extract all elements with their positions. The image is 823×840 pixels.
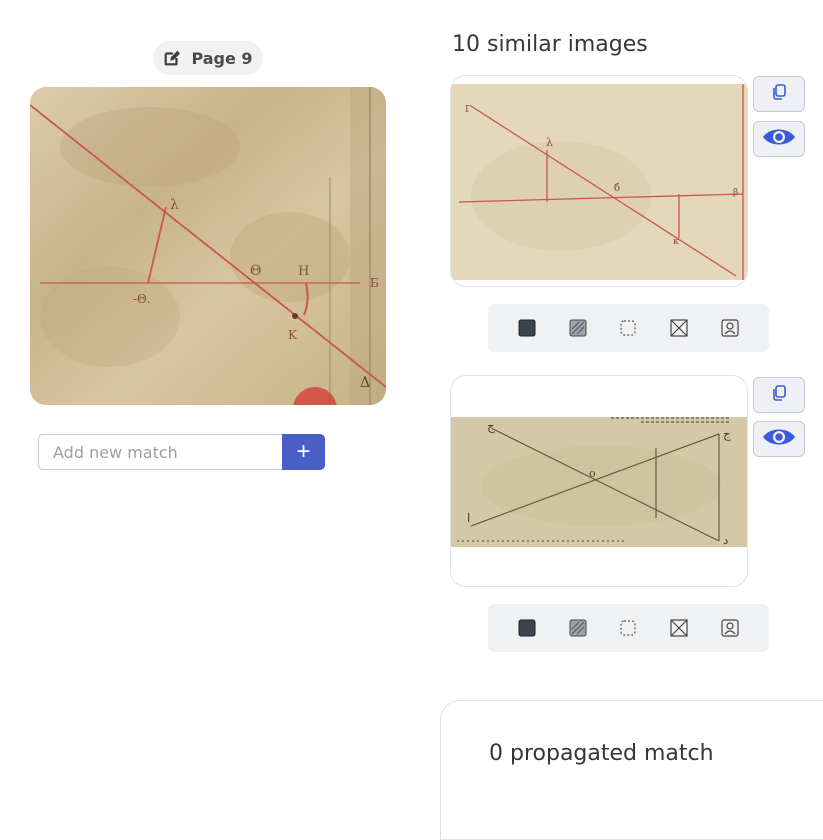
view-button[interactable] xyxy=(753,121,805,157)
copy-button[interactable] xyxy=(753,377,805,413)
filled-square-icon[interactable] xyxy=(516,317,538,339)
user-square-icon[interactable] xyxy=(719,317,741,339)
svg-text:б: б xyxy=(614,183,620,194)
svg-text:ح: ح xyxy=(487,419,495,433)
add-match-button[interactable]: + xyxy=(282,434,325,470)
svg-text:λ: λ xyxy=(170,197,179,213)
svg-text:-Θ.: -Θ. xyxy=(133,292,151,306)
similar-image-card[interactable]: λ б β Γ κ xyxy=(450,75,748,287)
eye-icon xyxy=(762,126,796,152)
filled-square-icon[interactable] xyxy=(516,617,538,639)
hatched-square-icon[interactable] xyxy=(567,617,589,639)
view-button[interactable] xyxy=(753,421,805,457)
svg-text:Θ: Θ xyxy=(250,263,261,279)
svg-text:ا: ا xyxy=(467,511,470,525)
crossed-square-icon[interactable] xyxy=(668,317,690,339)
similar-images-heading: 10 similar images xyxy=(452,32,648,57)
svg-text:Γ: Γ xyxy=(465,105,471,115)
propagated-matches-label: 0 propagated match xyxy=(489,741,714,766)
page-tag[interactable]: Page 9 xyxy=(153,41,263,75)
page-label: Page 9 xyxy=(191,48,253,68)
svg-text:Б: Б xyxy=(370,276,379,290)
copy-icon xyxy=(770,384,788,406)
svg-text:λ: λ xyxy=(546,136,553,149)
hatched-square-icon[interactable] xyxy=(567,317,589,339)
similar-image-card[interactable]: o ح ج ا د xyxy=(450,375,748,587)
edit-icon xyxy=(163,49,181,67)
svg-text:o: o xyxy=(589,467,596,480)
new-match-input[interactable] xyxy=(38,434,282,470)
annotation-toolbar xyxy=(488,604,769,652)
annotation-toolbar xyxy=(488,304,769,352)
user-square-icon[interactable] xyxy=(719,617,741,639)
svg-text:د: د xyxy=(723,533,728,547)
copy-button[interactable] xyxy=(753,76,805,112)
similar-image-1: λ б β Γ κ xyxy=(451,76,747,286)
eye-icon xyxy=(762,426,796,452)
similar-image-2: o ح ج ا د xyxy=(451,376,747,586)
manuscript-image[interactable]: λ Θ H Б -Θ. K Δ xyxy=(30,87,386,405)
svg-text:Δ: Δ xyxy=(360,375,370,391)
dotted-square-icon[interactable] xyxy=(617,317,639,339)
dotted-square-icon[interactable] xyxy=(617,617,639,639)
propagated-matches-panel xyxy=(440,700,823,840)
svg-text:H: H xyxy=(298,264,309,279)
svg-text:ج: ج xyxy=(723,427,731,441)
svg-text:K: K xyxy=(288,328,298,342)
svg-text:κ: κ xyxy=(673,237,679,247)
crossed-square-icon[interactable] xyxy=(668,617,690,639)
copy-icon xyxy=(770,83,788,105)
svg-text:β: β xyxy=(733,188,738,198)
